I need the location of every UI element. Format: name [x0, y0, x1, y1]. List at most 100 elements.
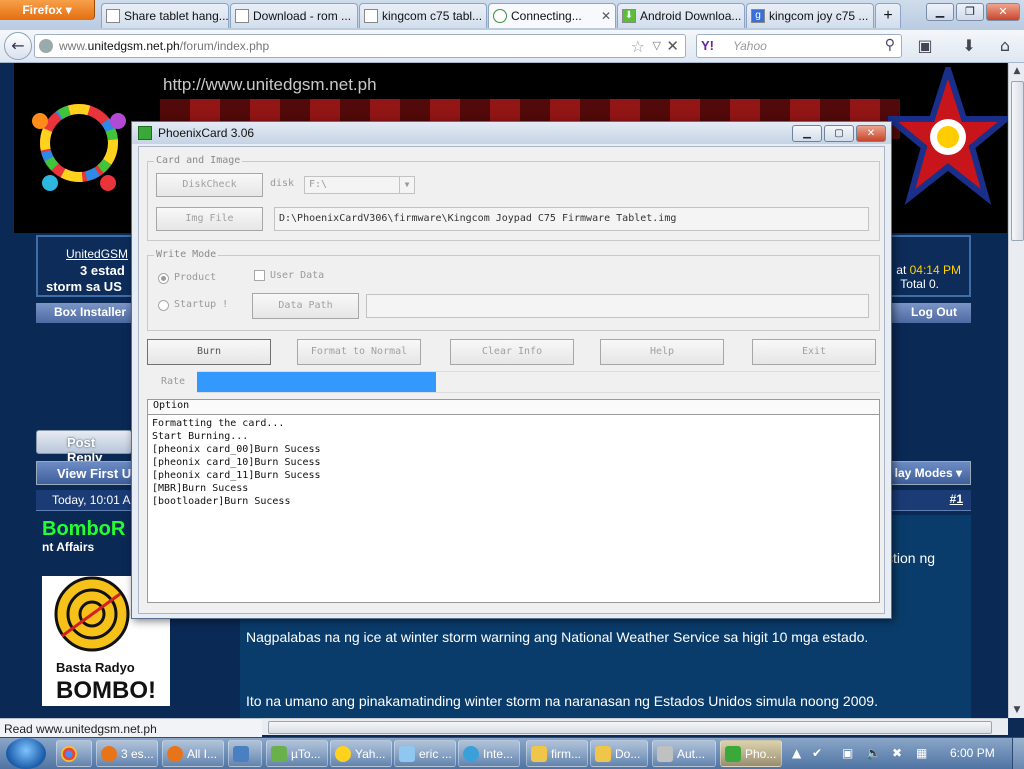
tab-label: kingcom c75 tabl... — [382, 9, 483, 23]
autorun-icon — [657, 745, 673, 762]
post-text-fragment: ction ng — [886, 550, 936, 566]
search-bar[interactable]: Y! Yahoo ⚲ — [696, 34, 902, 58]
download-arrow-icon[interactable]: ⬇ — [958, 36, 980, 56]
log-column-header[interactable]: Option — [148, 400, 879, 415]
taskbar-label: All I... — [187, 746, 218, 761]
taskbar-item-active[interactable]: Pho... — [720, 740, 782, 767]
taskbar-label: Pho... — [745, 746, 777, 761]
total-count: Total 0. — [900, 277, 939, 291]
window-client-area: Card and Image DiskCheck disk F:\ ▼ Img … — [138, 146, 885, 614]
close-window-icon[interactable]: ✕ — [986, 3, 1020, 21]
taskbar-item[interactable]: eric ... — [394, 740, 456, 767]
chevron-down-icon[interactable]: ▼ — [399, 177, 414, 193]
breadcrumb-link-unitedgsm[interactable]: UnitedGSM — [66, 247, 128, 261]
taskbar-label: Yah... — [355, 746, 386, 761]
browser-tab[interactable]: Download - rom ... — [230, 3, 358, 28]
data-path-button[interactable]: Data Path — [252, 293, 359, 319]
post-reply-button[interactable]: Post Reply — [36, 430, 132, 465]
taskbar-item[interactable]: Yah... — [330, 740, 392, 767]
network-tray-icon[interactable]: ▦ — [916, 746, 927, 760]
stop-icon[interactable]: ✕ — [666, 37, 679, 55]
log-list[interactable]: Option Formatting the card... Start Burn… — [147, 399, 880, 603]
avatar-brand: BOMBO! — [56, 677, 156, 704]
log-out-link[interactable]: Log Out — [911, 305, 957, 319]
maximize-icon[interactable]: ▢ — [824, 125, 854, 142]
vertical-scrollbar[interactable]: ▲ ▼ — [1008, 63, 1024, 718]
browser-tab[interactable]: g kingcom joy c75 ... — [746, 3, 874, 28]
box-installer-link[interactable]: Box Installer — [54, 305, 126, 319]
user-data-checkbox[interactable] — [254, 270, 265, 281]
new-tab-button[interactable]: + — [875, 3, 901, 28]
startup-radio[interactable] — [158, 300, 169, 311]
taskbar-label: Do... — [615, 746, 641, 761]
tray-error-icon[interactable]: ✖ — [892, 746, 902, 760]
product-radio[interactable] — [158, 273, 169, 284]
window-title-bar[interactable]: PhoenixCard 3.06 ▁ ▢ ✕ — [132, 122, 891, 144]
bookmark-star-icon[interactable]: ☆ — [631, 37, 645, 56]
bookmarks-icon[interactable]: ▣ — [914, 36, 936, 56]
display-modes-menu[interactable]: lay Modes ▾ — [895, 466, 962, 480]
site-url-text: http://www.unitedgsm.net.ph — [163, 75, 377, 94]
post-number-link[interactable]: #1 — [950, 492, 963, 506]
help-button[interactable]: Help — [600, 339, 724, 365]
data-path-field[interactable] — [366, 294, 869, 318]
minimize-icon[interactable]: ▁ — [926, 3, 954, 21]
search-placeholder: Yahoo — [733, 39, 767, 53]
exit-button[interactable]: Exit — [752, 339, 876, 365]
taskbar-item[interactable]: All I... — [162, 740, 224, 767]
close-tab-icon[interactable]: ✕ — [597, 9, 611, 23]
window-title: PhoenixCard 3.06 — [158, 126, 255, 140]
chevron-down-icon[interactable]: ▽ — [653, 39, 661, 52]
clear-info-button[interactable]: Clear Info — [450, 339, 574, 365]
browser-tab[interactable]: Share tablet hang... — [101, 3, 229, 28]
start-button[interactable] — [6, 738, 46, 769]
volume-icon[interactable]: 🔈 — [866, 746, 881, 760]
page-icon — [235, 9, 249, 23]
back-arrow-icon[interactable]: ← — [4, 32, 32, 60]
chrome-taskbar-icon[interactable] — [56, 740, 92, 767]
taskbar-clock[interactable]: 6:00 PM — [950, 746, 995, 760]
scroll-thumb[interactable] — [1011, 81, 1024, 241]
view-first-unread-link[interactable]: View First U — [57, 466, 131, 481]
format-to-normal-button[interactable]: Format to Normal — [297, 339, 421, 365]
taskbar-item[interactable]: Aut... — [652, 740, 716, 767]
taskbar-item[interactable]: Inte... — [458, 740, 520, 767]
scroll-down-icon[interactable]: ▼ — [1009, 702, 1024, 718]
navigation-toolbar: ← www.unitedgsm.net.ph/forum/index.php ☆… — [0, 30, 1024, 63]
taskbar-item[interactable]: 3 es... — [96, 740, 158, 767]
disk-select[interactable]: F:\ ▼ — [304, 176, 415, 194]
scroll-thumb[interactable] — [268, 721, 992, 734]
rate-progress-bar — [197, 371, 880, 393]
post-username[interactable]: BomboR — [42, 518, 125, 541]
taskbar-item[interactable]: Do... — [590, 740, 648, 767]
img-file-button[interactable]: Img File — [156, 207, 263, 231]
browser-tab[interactable]: ⬇ Android Downloa... — [617, 3, 745, 28]
address-bar[interactable]: www.unitedgsm.net.ph/forum/index.php ☆ ▽… — [34, 34, 686, 58]
browser-tab[interactable]: kingcom c75 tabl... — [359, 3, 487, 28]
tray-expand-icon[interactable]: ▲ — [792, 746, 801, 760]
taskbar-item[interactable]: µTo... — [266, 740, 328, 767]
taskbar-item[interactable]: firm... — [526, 740, 588, 767]
image-path-field[interactable]: D:\PhoenixCardV306\firmware\Kingcom Joyp… — [274, 207, 869, 231]
tray-check-icon[interactable]: ✔ — [812, 746, 822, 760]
download-folder-icon — [595, 745, 611, 762]
close-icon[interactable]: ✕ — [856, 125, 886, 142]
search-icon[interactable]: ⚲ — [885, 37, 895, 53]
browser-tab-active[interactable]: Connecting... ✕ — [488, 3, 616, 28]
folder-icon — [531, 745, 547, 762]
network-taskbar-icon[interactable] — [228, 740, 262, 767]
show-desktop-button[interactable] — [1012, 738, 1024, 769]
burn-button[interactable]: Burn — [147, 339, 271, 365]
log-line: Start Burning... — [152, 431, 249, 442]
minimize-icon[interactable]: ▁ — [792, 125, 822, 142]
scroll-up-icon[interactable]: ▲ — [1009, 63, 1024, 79]
restore-icon[interactable]: ❐ — [956, 3, 984, 21]
horizontal-scrollbar[interactable] — [262, 718, 1008, 735]
rate-label: Rate — [161, 376, 186, 387]
disk-label: disk — [270, 178, 295, 189]
diskcheck-button[interactable]: DiskCheck — [156, 173, 263, 197]
firefox-menu-button[interactable]: Firefox ▾ — [0, 0, 95, 20]
log-line: [pheonix card_11]Burn Sucess — [152, 470, 321, 481]
home-icon[interactable]: ⌂ — [994, 36, 1016, 56]
tray-device-icon[interactable]: ▣ — [842, 746, 853, 760]
